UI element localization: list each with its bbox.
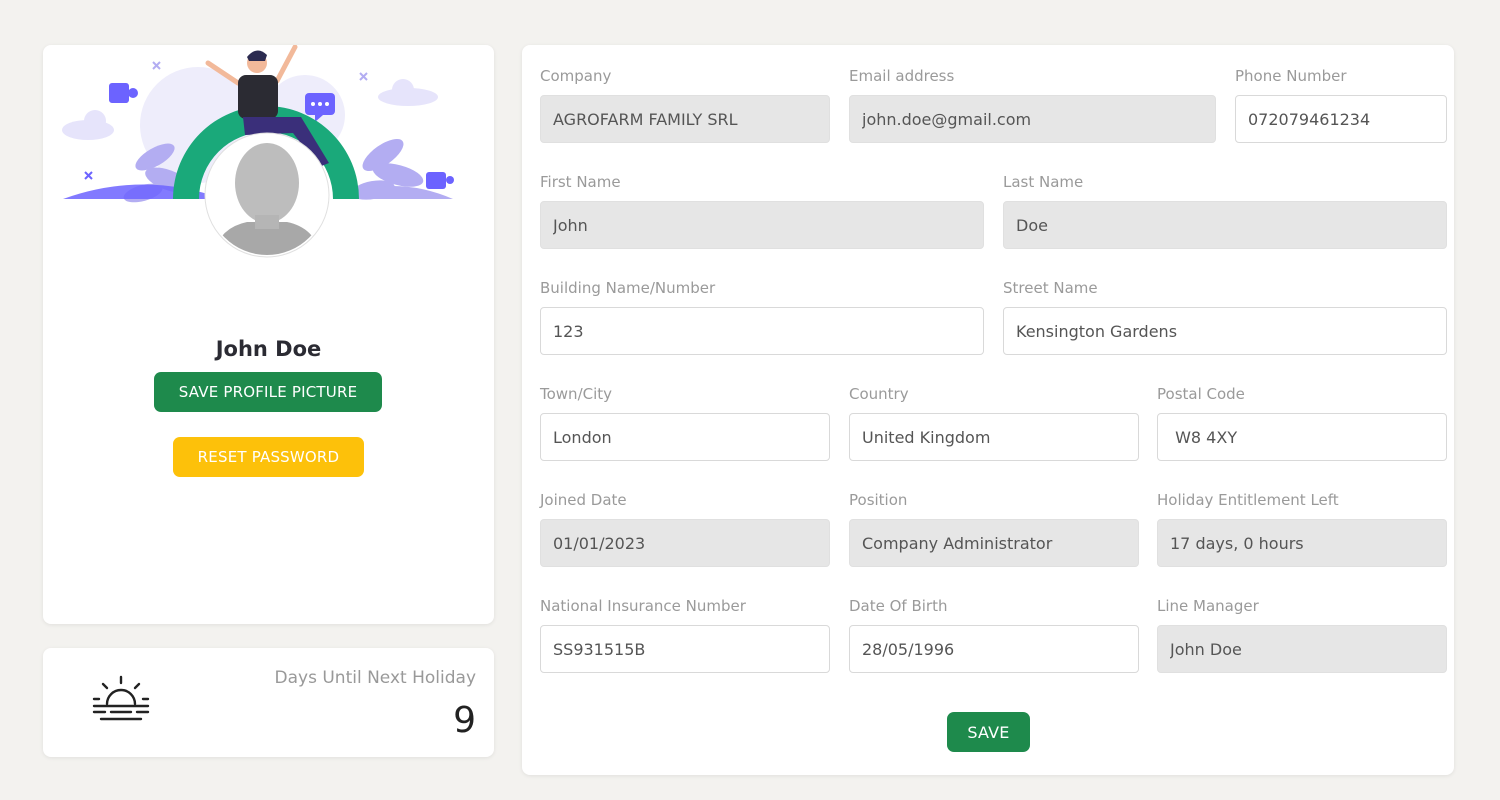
save-profile-picture-button[interactable]: SAVE PROFILE PICTURE (154, 372, 382, 412)
days-until-holiday-value: 9 (453, 700, 476, 741)
building-input[interactable] (540, 307, 984, 355)
town-input[interactable] (540, 413, 830, 461)
ni-number-label: National Insurance Number (540, 597, 746, 615)
postal-code-input[interactable] (1157, 413, 1447, 461)
days-until-holiday-label: Days Until Next Holiday (274, 668, 476, 688)
email-field: Email address (849, 67, 1216, 143)
first-name-field: First Name (540, 173, 984, 249)
phone-field: Phone Number (1235, 67, 1447, 143)
company-input[interactable] (540, 95, 830, 143)
town-field: Town/City (540, 385, 830, 461)
dob-field: Date Of Birth (849, 597, 1139, 673)
sunrise-icon (92, 675, 150, 721)
line-manager-label: Line Manager (1157, 597, 1259, 615)
holiday-left-field: Holiday Entitlement Left (1157, 491, 1447, 567)
line-manager-field: Line Manager (1157, 597, 1447, 673)
ni-number-input[interactable] (540, 625, 830, 673)
postal-code-label: Postal Code (1157, 385, 1245, 403)
dob-label: Date Of Birth (849, 597, 948, 615)
position-input[interactable] (849, 519, 1139, 567)
building-label: Building Name/Number (540, 279, 716, 297)
street-field: Street Name (1003, 279, 1447, 355)
country-input[interactable] (849, 413, 1139, 461)
profile-name: John Doe (215, 337, 322, 361)
email-label: Email address (849, 67, 955, 85)
town-label: Town/City (540, 385, 613, 403)
profile-form-card: Company Email address Phone Number First… (522, 45, 1454, 775)
phone-input[interactable] (1235, 95, 1447, 143)
country-field: Country (849, 385, 1139, 461)
street-input[interactable] (1003, 307, 1447, 355)
last-name-field: Last Name (1003, 173, 1447, 249)
profile-card: John Doe SAVE PROFILE PICTURE RESET PASS… (43, 45, 494, 624)
email-input[interactable] (849, 95, 1216, 143)
street-label: Street Name (1003, 279, 1098, 297)
company-label: Company (540, 67, 612, 85)
first-name-input[interactable] (540, 201, 984, 249)
save-button[interactable]: SAVE (947, 712, 1030, 752)
last-name-input[interactable] (1003, 201, 1447, 249)
joined-date-label: Joined Date (540, 491, 627, 509)
line-manager-input[interactable] (1157, 625, 1447, 673)
holiday-left-input[interactable] (1157, 519, 1447, 567)
holiday-countdown-card: Days Until Next Holiday 9 (43, 648, 494, 757)
phone-label: Phone Number (1235, 67, 1347, 85)
joined-date-field: Joined Date (540, 491, 830, 567)
reset-password-button[interactable]: RESET PASSWORD (173, 437, 364, 477)
profile-banner-illustration (62, 45, 454, 258)
last-name-label: Last Name (1003, 173, 1084, 191)
position-field: Position (849, 491, 1139, 567)
company-field: Company (540, 67, 830, 143)
first-name-label: First Name (540, 173, 621, 191)
postal-code-field: Postal Code (1157, 385, 1447, 461)
position-label: Position (849, 491, 908, 509)
country-label: Country (849, 385, 909, 403)
holiday-left-label: Holiday Entitlement Left (1157, 491, 1339, 509)
ni-number-field: National Insurance Number (540, 597, 830, 673)
dob-input[interactable] (849, 625, 1139, 673)
joined-date-input[interactable] (540, 519, 830, 567)
building-field: Building Name/Number (540, 279, 984, 355)
